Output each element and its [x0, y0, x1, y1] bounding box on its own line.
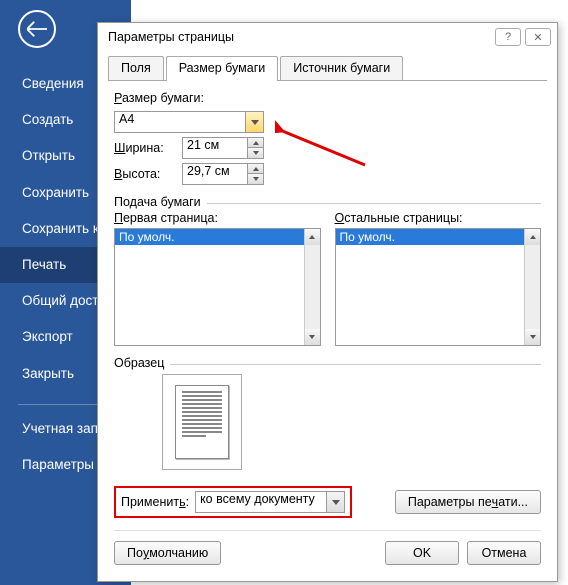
tab-paper-size[interactable]: Размер бумаги	[166, 56, 279, 81]
tab-content: Размер бумаги: A4 Ширина: 21 см	[108, 81, 547, 571]
help-button[interactable]: ?	[495, 28, 521, 46]
tab-paper-source[interactable]: Источник бумаги	[280, 56, 403, 80]
width-label: Ширина:	[114, 141, 182, 155]
apply-to-dropdown-button[interactable]	[327, 491, 345, 513]
default-button[interactable]: По умолчанию	[114, 541, 221, 565]
other-pages-selected[interactable]: По умолч.	[336, 229, 541, 245]
height-spinner[interactable]	[248, 163, 264, 185]
feed-section-title: Подача бумаги	[114, 195, 541, 209]
back-button[interactable]	[18, 10, 56, 48]
width-input[interactable]: 21 см	[182, 137, 248, 159]
paper-size-label: Размер бумаги:	[114, 91, 541, 105]
apply-label: Применить:	[121, 495, 189, 509]
cancel-button[interactable]: Отмена	[467, 541, 541, 565]
scrollbar[interactable]	[524, 229, 540, 345]
preview-title: Образец	[114, 356, 541, 370]
other-pages-label: Остальные страницы:	[335, 211, 542, 225]
tab-strip: Поля Размер бумаги Источник бумаги	[108, 55, 547, 81]
print-params-button[interactable]: Параметры печати...	[395, 490, 541, 514]
paper-size-dropdown-button[interactable]	[246, 111, 264, 133]
first-page-label: Первая страница:	[114, 211, 321, 225]
paper-size-value[interactable]: A4	[114, 111, 246, 133]
paper-size-combo[interactable]: A4	[114, 111, 264, 133]
dialog-titlebar: Параметры страницы ? ✕	[98, 23, 557, 51]
page-setup-dialog: Параметры страницы ? ✕ Поля Размер бумаг…	[97, 22, 558, 582]
scrollbar[interactable]	[304, 229, 320, 345]
height-input[interactable]: 29,7 см	[182, 163, 248, 185]
first-page-listbox[interactable]: По умолч.	[114, 228, 321, 346]
first-page-selected[interactable]: По умолч.	[115, 229, 320, 245]
width-spinner[interactable]	[248, 137, 264, 159]
close-button[interactable]: ✕	[525, 28, 551, 46]
txt: азмер бумаги:	[122, 91, 204, 105]
tab-fields[interactable]: Поля	[108, 56, 164, 80]
other-pages-listbox[interactable]: По умолч.	[335, 228, 542, 346]
page-preview-icon	[175, 385, 229, 459]
ok-button[interactable]: OK	[385, 541, 459, 565]
dialog-title: Параметры страницы	[104, 30, 491, 44]
apply-to-value[interactable]: ко всему документу	[195, 491, 327, 513]
height-label: Высота:	[114, 167, 182, 181]
preview-box	[162, 374, 242, 470]
apply-highlight-annotation: Применить: ко всему документу	[114, 486, 352, 518]
